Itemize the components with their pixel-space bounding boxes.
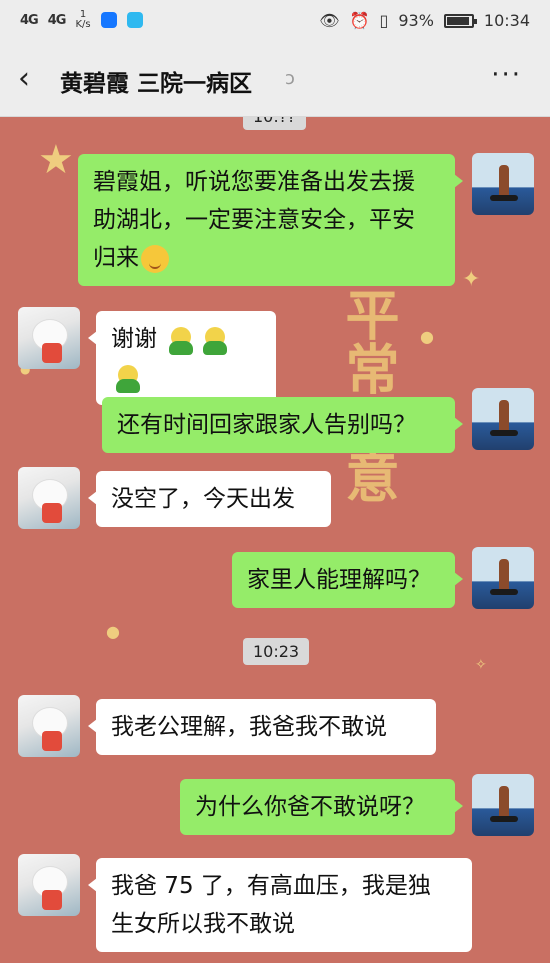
sprout-emoji-icon [201,325,229,355]
signal-1-icon: 4G [20,12,39,28]
message-line: 碧霞姐，听说您要准备出发去援 [93,169,415,195]
message-text: 还有时间回家跟家人告别吗？ [117,412,416,438]
eye-icon: 👁 [319,11,340,30]
shush-face-emoji-icon [141,244,169,273]
video-app-icon [126,12,143,28]
message-bubble-received[interactable]: 没空了，今天出发 [88,471,331,527]
message-bubble-received[interactable]: 我老公理解，我爸我不敢说 [88,699,436,755]
message-line: 归来 [93,245,139,271]
message-text: 我老公理解，我爸我不敢说 [111,714,387,740]
chat-area[interactable]: ★ ✦ ● ● ● ✧ 平常心意 10:?? 碧霞姐，听说您要准备出发去援 助湖… [0,117,550,963]
chat-title: 黄碧霞 三院一病区 [60,71,253,97]
message-bubble-sent[interactable]: 家里人能理解吗？ [232,552,463,608]
message-bubble-sent[interactable]: 还有时间回家跟家人告别吗？ [102,397,463,453]
dot-icon: ● [106,622,120,641]
timestamp-divider: 10:23 [243,638,310,665]
vibrate-icon: ▯ [379,11,389,30]
timestamp-top: 10:?? [243,117,306,130]
battery-percent: 93% [398,11,434,30]
my-avatar[interactable] [472,153,534,215]
my-avatar[interactable] [472,547,534,609]
status-left: 4G 4G 1 K/s [20,10,143,30]
sprout-emoji-icon [167,325,195,355]
contact-avatar[interactable] [18,695,80,757]
my-avatar[interactable] [472,774,534,836]
my-avatar[interactable] [472,388,534,450]
sparkle-icon: ✦ [462,267,481,292]
message-text: 家里人能理解吗？ [247,567,431,593]
contact-avatar[interactable] [18,307,80,369]
network-speed: 1 K/s [75,10,90,30]
battery-icon [443,13,477,28]
alarm-icon: ⏰ [349,11,370,30]
chat-header: ‹ 黄碧霞 三院一病区 ↄ ··· [0,44,550,117]
message-text: 没空了，今天出发 [111,486,295,512]
message-text: 谢谢 [111,326,157,352]
sparkle-icon: ✧ [475,657,487,673]
sprout-emoji-icon [114,363,142,393]
message-line: 我爸 75 了，有高血压，我是独 [111,873,431,899]
message-bubble-sent[interactable]: 碧霞姐，听说您要准备出发去援 助湖北，一定要注意安全，平安 归来 [78,154,463,286]
message-bubble-sent[interactable]: 为什么你爸不敢说呀？ [180,779,463,835]
signal-2-icon: 4G [47,12,67,28]
ear-icon: ↄ [285,68,295,89]
message-text: 为什么你爸不敢说呀？ [195,794,425,820]
star-icon: ★ [38,137,74,183]
contact-avatar[interactable] [18,854,80,916]
wallpaper-text: 平常心意 [336,287,399,503]
app-notification-icon [100,12,117,28]
message-line: 生女所以我不敢说 [111,911,295,937]
more-options-icon[interactable]: ··· [491,60,522,90]
message-bubble-received[interactable]: 谢谢 [88,311,276,405]
speed-unit: K/s [75,19,91,30]
contact-avatar[interactable] [18,467,80,529]
status-time: 10:34 [483,11,530,30]
message-line: 助湖北，一定要注意安全，平安 [93,207,415,233]
status-bar: 4G 4G 1 K/s 👁 ⏰ ▯ 93% 10:34 [0,0,550,44]
message-bubble-received[interactable]: 我爸 75 了，有高血压，我是独 生女所以我不敢说 [88,858,472,952]
status-right: 👁 ⏰ ▯ 93% 10:34 [319,11,530,30]
dot-icon: ● [420,327,434,346]
back-arrow-icon[interactable]: ‹ [18,64,30,94]
